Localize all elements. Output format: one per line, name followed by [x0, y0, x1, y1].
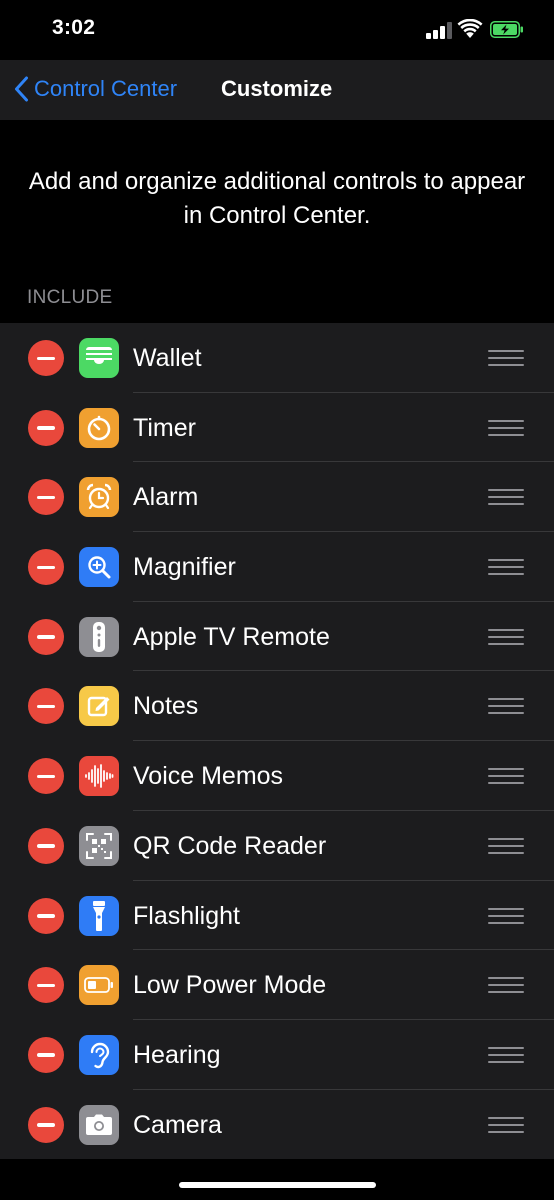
status-bar: 3:02: [0, 0, 554, 60]
list-item: Wallet: [0, 323, 554, 393]
list-item: Alarm: [0, 462, 554, 533]
cellular-signal-icon: [426, 21, 452, 39]
magnifier-icon: [79, 547, 119, 588]
reorder-handle[interactable]: [488, 627, 524, 647]
control-label: Voice Memos: [133, 762, 284, 791]
flashlight-icon: [79, 895, 119, 936]
remove-button[interactable]: [28, 688, 64, 725]
remove-button[interactable]: [28, 758, 64, 795]
reorder-handle[interactable]: [488, 975, 524, 995]
list-item: Low Power Mode: [0, 950, 554, 1020]
list-item: Notes: [0, 671, 554, 742]
remove-button[interactable]: [28, 549, 64, 586]
control-label: QR Code Reader: [133, 831, 327, 860]
list-item: Flashlight: [0, 881, 554, 951]
list-item: Timer: [0, 393, 554, 463]
back-button[interactable]: Control Center: [14, 74, 177, 104]
hearing-icon: [79, 1034, 119, 1075]
reorder-handle[interactable]: [488, 1045, 524, 1065]
reorder-handle[interactable]: [488, 696, 524, 716]
battery-charging-icon: [490, 21, 524, 38]
control-label: Camera: [133, 1110, 222, 1139]
remove-button[interactable]: [28, 479, 64, 516]
remove-button[interactable]: [28, 1036, 64, 1073]
home-indicator[interactable]: [179, 1182, 376, 1188]
qr-code-icon: [79, 825, 119, 866]
reorder-handle[interactable]: [488, 1115, 524, 1135]
list-item: Magnifier: [0, 532, 554, 602]
alarm-icon: [79, 477, 119, 518]
control-label: Alarm: [133, 483, 199, 512]
reorder-handle[interactable]: [488, 906, 524, 926]
remove-button[interactable]: [28, 1106, 64, 1143]
list-item: QR Code Reader: [0, 811, 554, 881]
wallet-icon: [79, 338, 119, 378]
reorder-handle[interactable]: [488, 766, 524, 786]
low-power-mode-icon: [79, 965, 119, 1006]
reorder-handle[interactable]: [488, 557, 524, 577]
included-controls-list: Wallet Timer Alarm Magnifier Apple TV Re…: [0, 323, 554, 1160]
remove-button[interactable]: [28, 967, 64, 1004]
page-description: Add and organize additional controls to …: [28, 168, 526, 229]
back-button-label: Control Center: [34, 76, 178, 101]
remove-button[interactable]: [28, 409, 64, 446]
list-item: Voice Memos: [0, 741, 554, 811]
control-label: Hearing: [133, 1040, 221, 1069]
section-header-include: INCLUDE: [27, 287, 113, 308]
reorder-handle[interactable]: [488, 487, 524, 507]
reorder-handle[interactable]: [488, 836, 524, 856]
control-label: Apple TV Remote: [133, 622, 330, 651]
navigation-bar: Control Center Customize: [0, 60, 554, 120]
remove-button[interactable]: [28, 340, 64, 376]
list-item: Apple TV Remote: [0, 602, 554, 672]
control-label: Wallet: [133, 344, 202, 372]
control-label: Flashlight: [133, 901, 240, 930]
list-item: Camera: [0, 1090, 554, 1160]
timer-icon: [79, 407, 119, 448]
page-title: Customize: [221, 76, 333, 101]
remove-button[interactable]: [28, 827, 64, 864]
control-label: Low Power Mode: [133, 971, 327, 1000]
chevron-left-icon: [15, 76, 28, 102]
reorder-handle[interactable]: [488, 418, 524, 438]
control-label: Timer: [133, 413, 196, 442]
control-label: Notes: [133, 692, 199, 721]
notes-icon: [79, 686, 119, 727]
voice-memos-icon: [79, 756, 119, 797]
list-item: Hearing: [0, 1020, 554, 1090]
reorder-handle[interactable]: [488, 348, 524, 368]
wifi-icon: [457, 18, 483, 39]
apple-tv-remote-icon: [79, 616, 119, 657]
remove-button[interactable]: [28, 897, 64, 934]
camera-icon: [79, 1104, 119, 1145]
status-time: 3:02: [52, 16, 96, 39]
remove-button[interactable]: [28, 618, 64, 655]
control-label: Magnifier: [133, 553, 236, 582]
